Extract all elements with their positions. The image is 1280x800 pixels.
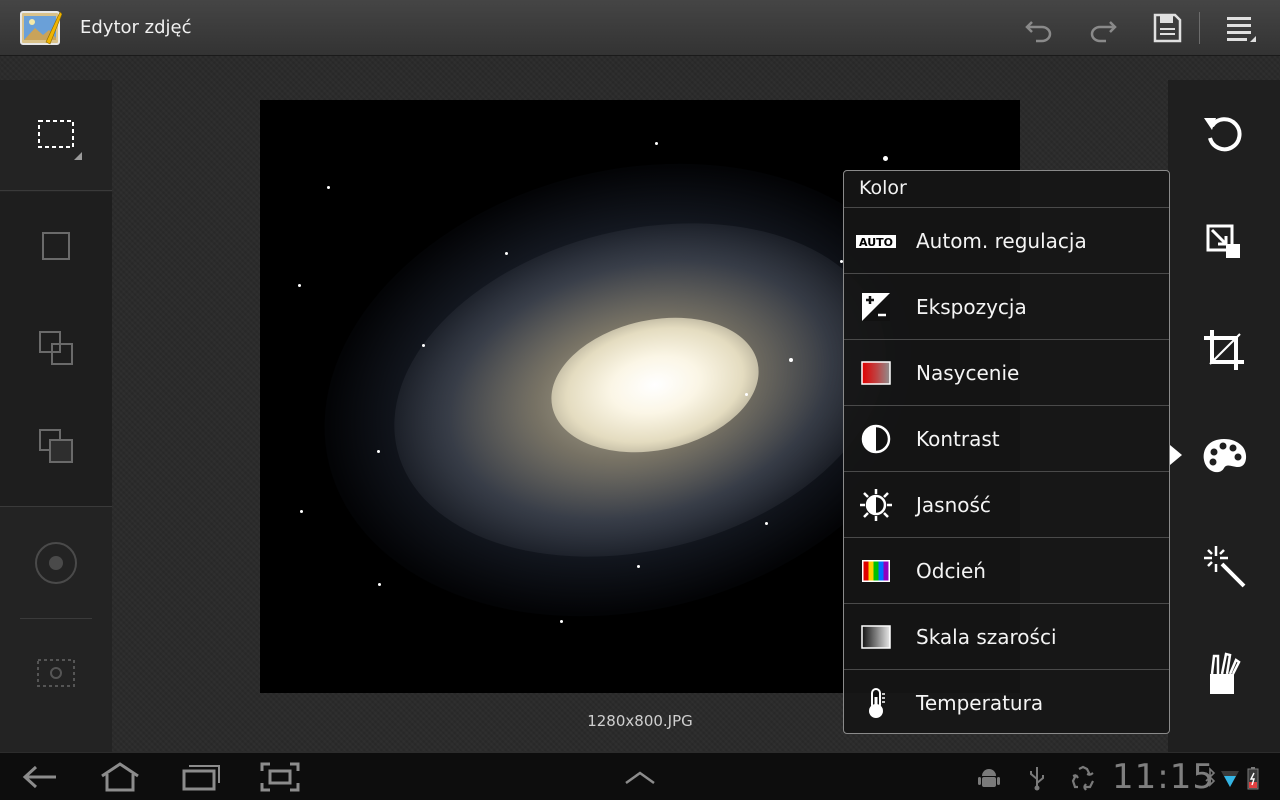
image-filename: 1280x800.JPG bbox=[587, 712, 693, 730]
screenshot-icon[interactable] bbox=[258, 761, 302, 793]
menu-item-label: Skala szarości bbox=[916, 625, 1057, 649]
menu-item-temperature[interactable]: Temperatura bbox=[844, 669, 1169, 735]
system-clock: 11:15 bbox=[1112, 757, 1215, 797]
action-bar: Edytor zdjęć bbox=[0, 0, 1280, 56]
menu-item-label: Ekspozycja bbox=[916, 295, 1027, 319]
star bbox=[505, 252, 508, 255]
menu-item-label: Odcień bbox=[916, 559, 986, 583]
menu-item-label: Jasność bbox=[916, 493, 991, 517]
menu-title: Kolor bbox=[859, 177, 907, 199]
menu-item-label: Kontrast bbox=[916, 427, 1000, 451]
app-title: Edytor zdjęć bbox=[80, 17, 192, 38]
stacked-squares-icon[interactable] bbox=[28, 418, 84, 474]
effects-wand-icon[interactable] bbox=[1196, 538, 1252, 594]
star bbox=[789, 358, 793, 362]
color-adjust-menu: Kolor AUTO Autom. regulacja Ekspozycja N… bbox=[843, 170, 1170, 734]
contrast-icon bbox=[861, 424, 891, 454]
star bbox=[765, 522, 768, 525]
star bbox=[745, 393, 748, 396]
recent-apps-icon[interactable] bbox=[178, 761, 222, 793]
menu-item-label: Nasycenie bbox=[916, 361, 1020, 385]
menu-item-label: Temperatura bbox=[916, 691, 1044, 715]
overflow-menu-icon[interactable] bbox=[1224, 12, 1258, 44]
star bbox=[422, 344, 425, 347]
menu-item-saturation[interactable]: Nasycenie bbox=[844, 339, 1169, 405]
menu-item-auto-adjust[interactable]: AUTO Autom. regulacja bbox=[844, 207, 1169, 273]
expand-up-icon[interactable] bbox=[618, 761, 662, 793]
panel-divider bbox=[0, 190, 112, 191]
grayscale-icon bbox=[861, 625, 891, 649]
dashed-frame-icon[interactable] bbox=[28, 645, 84, 701]
single-square-icon[interactable] bbox=[28, 218, 84, 274]
radio-dot-icon[interactable] bbox=[28, 535, 84, 591]
android-debug-icon[interactable] bbox=[976, 765, 1002, 791]
redo-icon[interactable] bbox=[1086, 12, 1120, 44]
rotate-icon[interactable] bbox=[1196, 106, 1252, 162]
selected-tool-indicator bbox=[1170, 445, 1182, 465]
temperature-icon bbox=[869, 688, 885, 718]
star bbox=[300, 510, 303, 513]
wifi-icon[interactable] bbox=[1220, 765, 1240, 791]
panel-divider bbox=[0, 506, 112, 507]
panel-divider bbox=[20, 618, 92, 619]
home-icon[interactable] bbox=[98, 761, 142, 793]
battery-icon[interactable] bbox=[1246, 765, 1260, 791]
left-tool-panel bbox=[0, 80, 112, 752]
save-icon[interactable] bbox=[1150, 12, 1184, 44]
hue-icon bbox=[862, 560, 890, 582]
star bbox=[560, 620, 563, 623]
saturation-icon bbox=[861, 361, 891, 385]
decorations-icon[interactable] bbox=[1196, 646, 1252, 702]
exposure-icon bbox=[862, 293, 890, 321]
menu-item-brightness[interactable]: Jasność bbox=[844, 471, 1169, 537]
star bbox=[298, 284, 301, 287]
star bbox=[655, 142, 658, 145]
menu-item-exposure[interactable]: Ekspozycja bbox=[844, 273, 1169, 339]
photo-editor-app-icon[interactable] bbox=[20, 8, 62, 48]
auto-adjust-icon: AUTO bbox=[856, 235, 896, 249]
menu-item-hue[interactable]: Odcień bbox=[844, 537, 1169, 603]
menu-item-grayscale[interactable]: Skala szarości bbox=[844, 603, 1169, 669]
overlap-squares-icon[interactable] bbox=[28, 320, 84, 376]
recycle-icon[interactable] bbox=[1070, 765, 1096, 791]
brightness-icon bbox=[860, 489, 892, 521]
resize-icon[interactable] bbox=[1196, 214, 1252, 270]
star bbox=[378, 583, 381, 586]
auto-adjust-icon-text: AUTO bbox=[859, 236, 893, 249]
menu-item-contrast[interactable]: Kontrast bbox=[844, 405, 1169, 471]
system-navigation-bar: 11:15 bbox=[0, 752, 1280, 800]
star bbox=[327, 186, 330, 189]
crop-icon[interactable] bbox=[1196, 322, 1252, 378]
menu-item-label: Autom. regulacja bbox=[916, 229, 1087, 253]
palette-icon[interactable] bbox=[1196, 430, 1252, 486]
undo-icon[interactable] bbox=[1022, 12, 1056, 44]
toolbar-divider bbox=[1199, 12, 1200, 44]
star bbox=[377, 450, 380, 453]
star bbox=[637, 565, 640, 568]
bluetooth-icon[interactable] bbox=[1204, 765, 1216, 791]
usb-icon[interactable] bbox=[1024, 765, 1050, 791]
back-icon[interactable] bbox=[18, 761, 62, 793]
star bbox=[883, 156, 888, 161]
rect-select-icon[interactable] bbox=[28, 106, 84, 162]
